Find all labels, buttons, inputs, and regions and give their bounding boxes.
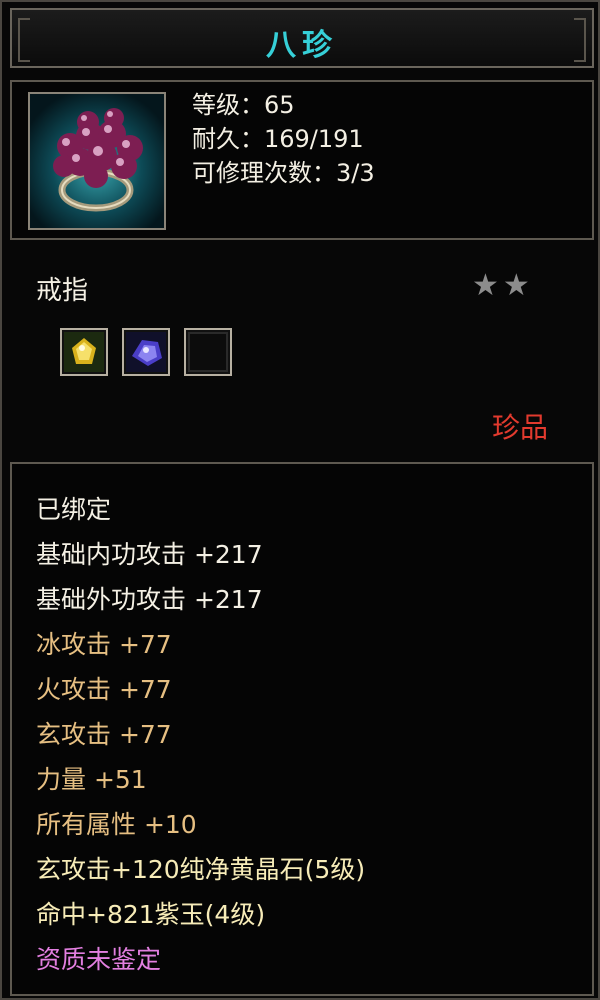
attribute-line: 资质未鉴定 xyxy=(36,945,162,974)
item-tooltip: 八珍 等级：65 耐久：169/191 可修理次数：3/3 戒指 ★★ 珍品 已… xyxy=(0,0,600,1000)
repair-count-label: 可修理次数：3/3 xyxy=(192,159,375,187)
attribute-list: 已绑定 基础内功攻击 +217 基础外功攻击 +217 冰攻击 +77 火攻击 … xyxy=(10,462,594,996)
attribute-line: 力量 +51 xyxy=(36,765,147,794)
title-bar: 八珍 xyxy=(10,8,594,68)
durability-label: 耐久：169/191 xyxy=(192,125,364,153)
empty-socket-icon[interactable] xyxy=(184,328,232,376)
attribute-line: 火攻击 +77 xyxy=(36,675,172,704)
attribute-line: 已绑定 xyxy=(36,495,112,524)
attribute-line: 冰攻击 +77 xyxy=(36,630,172,659)
attribute-line: 玄攻击 +77 xyxy=(36,720,172,749)
level-label: 等级：65 xyxy=(192,91,295,119)
star-rating: ★★ xyxy=(472,268,534,303)
ring-icon xyxy=(28,92,166,230)
rarity-label: 珍品 xyxy=(492,411,549,444)
attribute-line: 玄攻击+120纯净黄晶石(5级) xyxy=(36,855,366,884)
item-name: 八珍 xyxy=(266,28,338,63)
item-stats: 等级：65 耐久：169/191 可修理次数：3/3 xyxy=(192,88,375,190)
yellow-gem-icon[interactable] xyxy=(60,328,108,376)
purple-gem-icon[interactable] xyxy=(122,328,170,376)
item-type: 戒指 xyxy=(36,276,89,306)
attribute-line: 基础外功攻击 +217 xyxy=(36,585,263,614)
attribute-line: 基础内功攻击 +217 xyxy=(36,540,263,569)
attribute-line: 命中+821紫玉(4级) xyxy=(36,900,266,929)
attribute-line: 所有属性 +10 xyxy=(36,810,197,839)
item-header: 等级：65 耐久：169/191 可修理次数：3/3 xyxy=(10,80,594,240)
